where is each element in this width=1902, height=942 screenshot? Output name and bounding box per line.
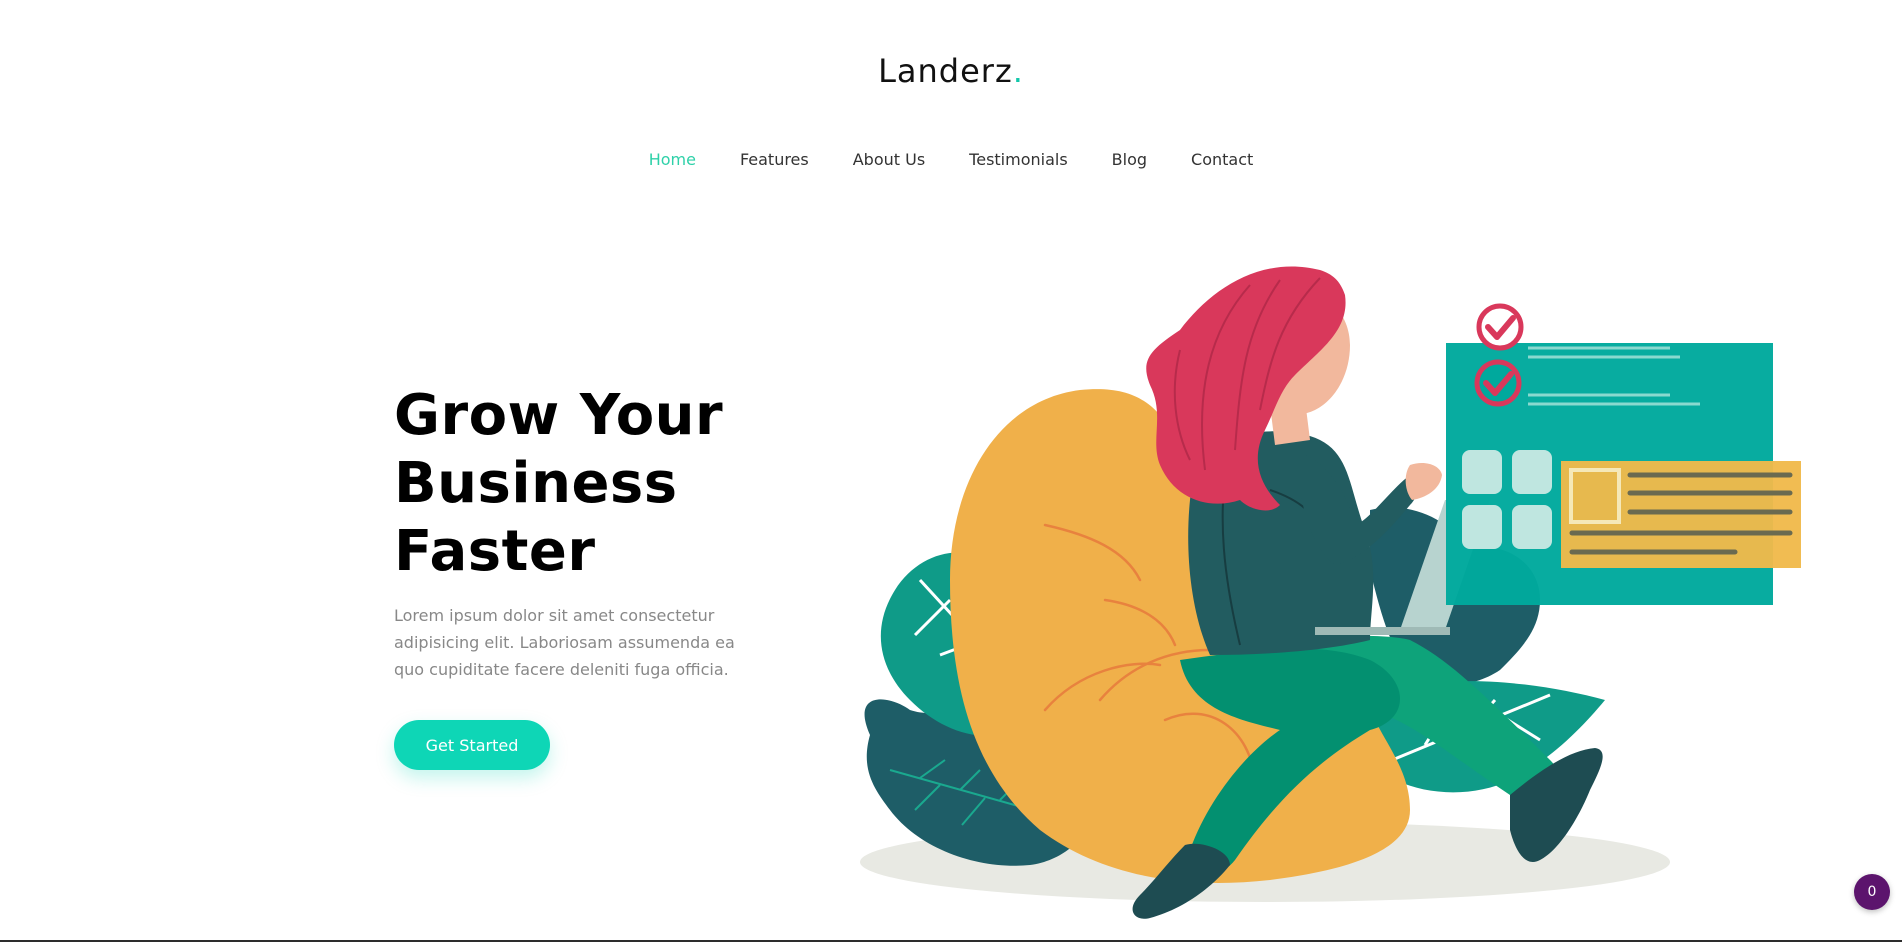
hero-description: Lorem ipsum dolor sit amet consectetur a…	[394, 606, 735, 679]
brand-name[interactable]: Landerz	[878, 52, 1013, 90]
nav-item-features[interactable]: Features	[740, 150, 809, 169]
hero-title: Grow Your Business Faster	[394, 382, 754, 586]
nav-item-contact[interactable]: Contact	[1191, 150, 1253, 169]
brand-logo[interactable]: Landerz.	[0, 52, 1902, 90]
main-nav: Home Features About Us Testimonials Blog…	[0, 150, 1902, 169]
notification-badge[interactable]: 0	[1854, 874, 1890, 910]
get-started-button[interactable]: Get Started	[394, 720, 550, 770]
hero-title-line: Business	[394, 451, 678, 516]
hero-title-line: Faster	[394, 519, 596, 584]
nav-item-testimonials[interactable]: Testimonials	[969, 150, 1068, 169]
hero-copy: Grow Your Business Faster Lorem ipsum do…	[394, 382, 754, 683]
nav-item-blog[interactable]: Blog	[1112, 150, 1147, 169]
landing-page: Landerz. Home Features About Us Testimon…	[0, 0, 1902, 942]
hero-illustration	[860, 266, 1801, 919]
brand-dot: .	[1012, 52, 1024, 90]
nav-item-home[interactable]: Home	[649, 150, 696, 169]
hand	[1405, 463, 1442, 500]
laptop-base	[1315, 627, 1450, 635]
nav-item-about-us[interactable]: About Us	[853, 150, 925, 169]
hero-title-line: Grow Your	[394, 383, 724, 448]
check-circle-icon	[1476, 303, 1524, 351]
check-circle-icon	[1474, 359, 1522, 407]
